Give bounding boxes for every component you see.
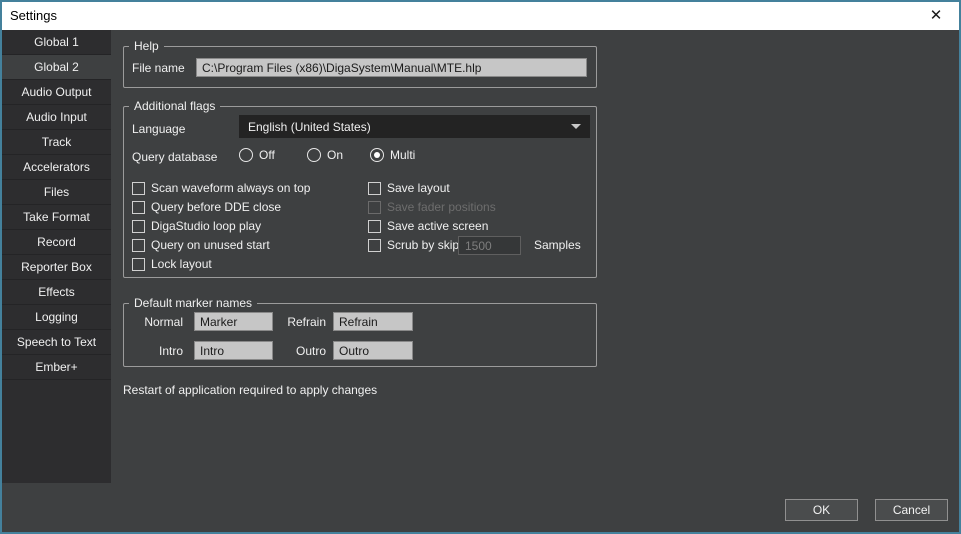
marker-outro-input[interactable]: [333, 341, 413, 360]
checkbox-digastudio-loop-play[interactable]: DigaStudio loop play: [132, 219, 261, 233]
checkbox-save-fader-positions: Save fader positions: [368, 200, 496, 214]
sidebar-item-global-1[interactable]: Global 1: [2, 30, 111, 55]
checkbox-save-active-screen[interactable]: Save active screen: [368, 219, 488, 233]
additional-flags-group: Additional flags Language English (Unite…: [123, 106, 597, 278]
restart-note: Restart of application required to apply…: [123, 383, 377, 397]
checkbox-icon: [132, 258, 145, 271]
scrub-samples-unit-label: Samples: [534, 238, 581, 252]
radio-query-on[interactable]: On: [307, 148, 343, 162]
checkbox-icon: [132, 182, 145, 195]
sidebar-item-speech-to-text[interactable]: Speech to Text: [2, 330, 111, 355]
sidebar-item-reporter-box[interactable]: Reporter Box: [2, 255, 111, 280]
language-label: Language: [132, 122, 185, 136]
additional-flags-legend: Additional flags: [129, 99, 220, 113]
checkbox-save-layout[interactable]: Save layout: [368, 181, 450, 195]
sidebar: Global 1 Global 2 Audio Output Audio Inp…: [2, 30, 111, 483]
close-icon: ✕: [930, 6, 943, 24]
checkbox-icon: [132, 239, 145, 252]
help-group: Help File name: [123, 46, 597, 88]
marker-refrain-label: Refrain: [264, 315, 326, 329]
checkbox-scan-waveform-always-on-top[interactable]: Scan waveform always on top: [132, 181, 310, 195]
help-file-name-input[interactable]: [196, 58, 587, 77]
checkbox-query-on-unused-start[interactable]: Query on unused start: [132, 238, 270, 252]
titlebar: Settings: [0, 0, 961, 30]
query-database-label: Query database: [132, 150, 217, 164]
settings-window: Settings ✕ Global 1 Global 2 Audio Outpu…: [0, 0, 961, 534]
scrub-samples-input[interactable]: [458, 236, 521, 255]
help-group-legend: Help: [129, 39, 164, 53]
ok-button[interactable]: OK: [785, 499, 858, 521]
marker-intro-input[interactable]: [194, 341, 273, 360]
marker-refrain-input[interactable]: [333, 312, 413, 331]
close-button[interactable]: ✕: [915, 0, 957, 30]
radio-query-multi[interactable]: Multi: [370, 148, 415, 162]
checkbox-icon: [368, 182, 381, 195]
radio-icon: [370, 148, 384, 162]
radio-query-off[interactable]: Off: [239, 148, 275, 162]
file-name-label: File name: [132, 61, 185, 75]
cancel-button[interactable]: Cancel: [875, 499, 948, 521]
marker-outro-label: Outro: [264, 344, 326, 358]
language-dropdown[interactable]: English (United States): [239, 115, 590, 138]
language-dropdown-value: English (United States): [248, 120, 371, 134]
sidebar-item-global-2[interactable]: Global 2: [2, 55, 111, 80]
sidebar-item-logging[interactable]: Logging: [2, 305, 111, 330]
sidebar-item-audio-output[interactable]: Audio Output: [2, 80, 111, 105]
marker-normal-label: Normal: [128, 315, 183, 329]
marker-intro-label: Intro: [128, 344, 183, 358]
sidebar-item-audio-input[interactable]: Audio Input: [2, 105, 111, 130]
checkbox-query-before-dde-close[interactable]: Query before DDE close: [132, 200, 281, 214]
marker-names-group: Default marker names Normal Refrain Intr…: [123, 303, 597, 367]
checkbox-icon: [132, 201, 145, 214]
sidebar-item-effects[interactable]: Effects: [2, 280, 111, 305]
sidebar-item-accelerators[interactable]: Accelerators: [2, 155, 111, 180]
sidebar-item-files[interactable]: Files: [2, 180, 111, 205]
marker-normal-input[interactable]: [194, 312, 273, 331]
chevron-down-icon: [571, 124, 581, 129]
checkbox-icon: [368, 239, 381, 252]
sidebar-item-take-format[interactable]: Take Format: [2, 205, 111, 230]
sidebar-item-track[interactable]: Track: [2, 130, 111, 155]
checkbox-scrub-by-skip[interactable]: Scrub by skip: [368, 238, 459, 252]
radio-icon: [239, 148, 253, 162]
checkbox-icon: [368, 220, 381, 233]
marker-names-legend: Default marker names: [129, 296, 257, 310]
sidebar-item-ember[interactable]: Ember+: [2, 355, 111, 380]
sidebar-item-record[interactable]: Record: [2, 230, 111, 255]
radio-icon: [307, 148, 321, 162]
checkbox-icon: [368, 201, 381, 214]
checkbox-icon: [132, 220, 145, 233]
checkbox-lock-layout[interactable]: Lock layout: [132, 257, 212, 271]
window-title: Settings: [10, 8, 57, 23]
